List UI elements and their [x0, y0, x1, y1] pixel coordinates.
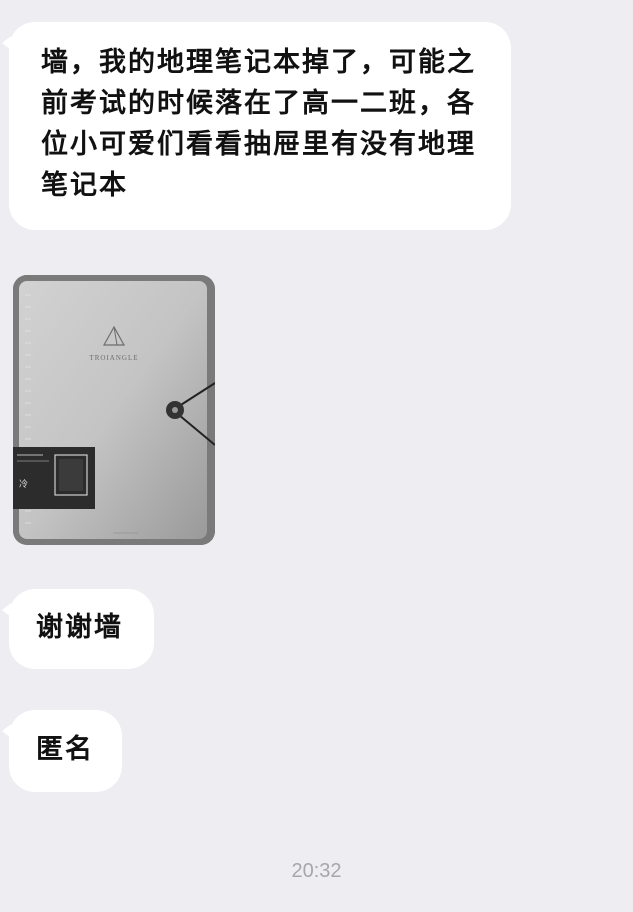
message-text: 谢谢墙 [36, 612, 123, 643]
brand-text: TROIANGLE [89, 354, 138, 362]
message-text: 匿名 [36, 734, 94, 765]
message-text: 墙，我的地理笔记本掉了，可能之前考试的时候落在了高一二班，各位小可爱们看看抽屉里… [41, 47, 476, 201]
message-bubble-anonymous[interactable]: 匿名 [2, 710, 122, 792]
message-timestamp: 20:32 [291, 860, 342, 882]
svg-text:冷: 冷 [19, 478, 28, 490]
message-bubble-thanks[interactable]: 谢谢墙 [2, 589, 154, 669]
notebook-photo-graphic: TROIANGLE 冷 [13, 275, 215, 545]
message-bubble-lost-notebook[interactable]: 墙，我的地理笔记本掉了，可能之前考试的时候落在了高一二班，各位小可爱们看看抽屉里… [2, 22, 511, 230]
message-image-notebook[interactable]: TROIANGLE 冷 [13, 275, 215, 545]
